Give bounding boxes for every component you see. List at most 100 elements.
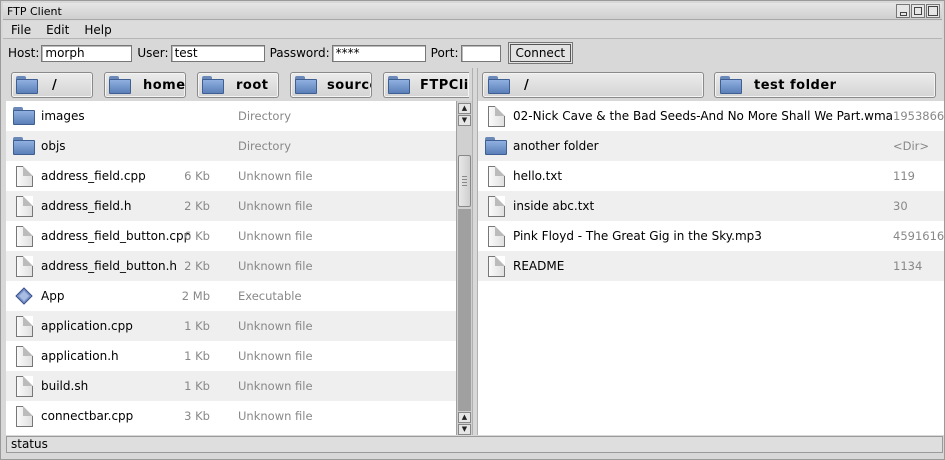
file-name: build.sh [41, 379, 89, 393]
file-size: <Dir> [893, 139, 930, 153]
file-type: Unknown file [238, 319, 313, 333]
file-row[interactable]: App 2 Mb Executable [6, 281, 456, 311]
local-crumb-ftpclient[interactable]: FTPClie [383, 72, 469, 98]
scroll-up-icon[interactable]: ▲ [458, 412, 471, 423]
file-name: connectbar.cpp [41, 409, 134, 423]
host-label: Host: [8, 46, 40, 60]
password-label: Password: [269, 46, 330, 60]
scroll-track[interactable] [458, 209, 471, 411]
file-size: 4591616 [893, 229, 944, 243]
menu-file[interactable]: File [3, 23, 38, 37]
file-name: images [41, 109, 85, 123]
file-type: Executable [238, 289, 302, 303]
file-name: objs [41, 139, 66, 153]
port-input[interactable] [460, 44, 501, 62]
local-crumb-home[interactable]: home [104, 72, 186, 98]
file-size: 6 Kb [184, 169, 210, 183]
file-name: 02-Nick Cave & the Bad Seeds-And No More… [513, 109, 894, 123]
file-icon [13, 406, 35, 427]
status-bar: status [6, 436, 943, 453]
maximize-icon[interactable] [911, 4, 925, 18]
remote-breadcrumb: / test folder [478, 68, 944, 101]
remote-file-list[interactable]: 02-Nick Cave & the Bad Seeds-And No More… [478, 101, 944, 435]
file-row[interactable]: connectbar.cpp 3 Kb Unknown file [6, 401, 456, 431]
file-size: 1 Kb [184, 379, 210, 393]
scroll-down-icon[interactable]: ▼ [458, 424, 471, 435]
file-name: App [41, 289, 65, 303]
menu-bar: File Edit Help [3, 21, 942, 39]
window-title: FTP Client [7, 5, 62, 18]
user-input[interactable]: test [170, 44, 265, 62]
file-icon [485, 166, 507, 187]
local-pane: / home root source FTPClie images Directo… [6, 68, 472, 435]
file-size: 30 [893, 199, 908, 213]
file-row[interactable]: address_field.cpp 6 Kb Unknown file [6, 161, 456, 191]
local-scrollbar[interactable]: ▲ ▼ ▲ ▼ [456, 101, 472, 435]
file-size: 1953866 [893, 109, 944, 123]
file-row[interactable]: 02-Nick Cave & the Bad Seeds-And No More… [478, 101, 944, 131]
scroll-up-icon[interactable]: ▲ [458, 103, 471, 114]
local-crumb-source[interactable]: source [290, 72, 372, 98]
password-input[interactable]: **** [331, 44, 426, 62]
file-row[interactable]: another folder <Dir> [478, 131, 944, 161]
file-row[interactable]: application.h 1 Kb Unknown file [6, 341, 456, 371]
file-icon [13, 166, 35, 187]
file-icon [13, 256, 35, 277]
minimize-icon[interactable] [896, 4, 910, 18]
file-row[interactable]: build.sh 1 Kb Unknown file [6, 371, 456, 401]
file-row[interactable]: address_field_button.cpp 6 Kb Unknown file [6, 221, 456, 251]
file-name: application.cpp [41, 319, 133, 333]
folder-icon [16, 76, 38, 94]
local-crumb-root-folder[interactable]: root [197, 72, 279, 98]
file-type: Unknown file [238, 199, 313, 213]
local-breadcrumb: / home root source FTPClie [6, 68, 472, 101]
executable-icon [13, 286, 35, 306]
file-type: Unknown file [238, 259, 313, 273]
file-row[interactable]: README 1134 [478, 251, 944, 281]
folder-icon [109, 76, 131, 94]
file-row[interactable]: inside abc.txt 30 [478, 191, 944, 221]
title-bar: FTP Client [3, 3, 942, 20]
file-row[interactable]: application.cpp 1 Kb Unknown file [6, 311, 456, 341]
file-icon [13, 316, 35, 337]
file-size: 1134 [893, 259, 923, 273]
scroll-down-icon[interactable]: ▼ [458, 115, 471, 126]
zoom-icon[interactable] [926, 4, 940, 18]
file-type: Unknown file [238, 229, 313, 243]
port-label: Port: [430, 46, 459, 60]
file-size: 1 Kb [184, 349, 210, 363]
file-name: address_field.cpp [41, 169, 146, 183]
file-name: address_field.h [41, 199, 132, 213]
menu-help[interactable]: Help [76, 23, 118, 37]
file-icon [13, 376, 35, 397]
file-row[interactable]: address_field_button.h 2 Kb Unknown file [6, 251, 456, 281]
file-row[interactable]: Pink Floyd - The Great Gig in the Sky.mp… [478, 221, 944, 251]
file-row[interactable]: objs Directory [6, 131, 456, 161]
folder-icon [388, 76, 410, 94]
host-input[interactable]: morph [41, 44, 133, 62]
file-type: Directory [238, 139, 292, 153]
file-name: another folder [513, 139, 599, 153]
file-name: inside abc.txt [513, 199, 595, 213]
file-type: Unknown file [238, 379, 313, 393]
file-type: Unknown file [238, 349, 313, 363]
file-icon [485, 226, 507, 247]
connect-button[interactable]: Connect [507, 42, 574, 64]
remote-crumb-test-folder[interactable]: test folder [714, 72, 936, 98]
file-icon [485, 256, 507, 277]
folder-icon [488, 76, 510, 94]
menu-edit[interactable]: Edit [38, 23, 76, 37]
file-size: 6 Kb [184, 229, 210, 243]
file-row[interactable]: hello.txt 119 [478, 161, 944, 191]
file-icon [13, 346, 35, 367]
local-crumb-root[interactable]: / [11, 72, 93, 98]
remote-crumb-root[interactable]: / [482, 72, 704, 98]
local-file-list[interactable]: images Directory objs Directory address_fiel… [6, 101, 456, 435]
file-icon [13, 196, 35, 217]
file-row[interactable]: images Directory [6, 101, 456, 131]
file-row[interactable]: address_field.h 2 Kb Unknown file [6, 191, 456, 221]
folder-icon [295, 76, 317, 94]
scroll-thumb[interactable] [458, 155, 471, 207]
folder-icon [13, 106, 35, 126]
file-name: README [513, 259, 565, 273]
